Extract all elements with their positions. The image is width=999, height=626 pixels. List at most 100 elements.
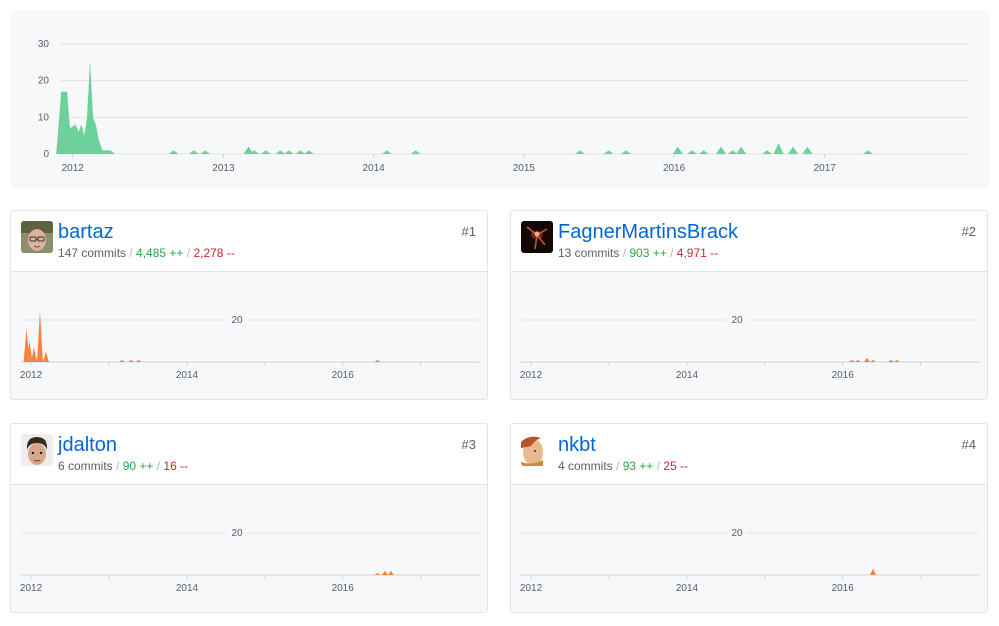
- contributor-username-link[interactable]: jdalton: [58, 433, 117, 457]
- contributor-chart-svg: 20 2012 2014 2016: [20, 528, 479, 594]
- y-tick-label: 20: [231, 315, 243, 326]
- deletions-count: 16 --: [163, 459, 189, 473]
- x-tick-label: 2015: [513, 163, 536, 174]
- commit-spike: [381, 150, 392, 154]
- contributor-stats: 147 commits / 4,485 ++ / 2,278 --: [58, 245, 235, 261]
- stats-separator: /: [670, 246, 677, 260]
- contributor-username-link[interactable]: FagnerMartinsBrack: [558, 220, 738, 244]
- commit-spike: [802, 146, 813, 154]
- commit-spike: [893, 359, 900, 362]
- contributor-chart-svg: 20 2012 2014 2016: [520, 315, 979, 381]
- commit-spike: [603, 150, 614, 154]
- contributor-card: bartaz 147 commits / 4,485 ++ / 2,278 --…: [10, 210, 488, 400]
- commit-spike: [869, 359, 876, 362]
- contributor-header: jdalton 6 commits / 90 ++ / 16 -- #3: [11, 424, 487, 485]
- avatar-man-glasses-icon[interactable]: [21, 221, 53, 253]
- contributor-stats: 13 commits / 903 ++ / 4,971 --: [558, 245, 718, 261]
- commit-spike: [869, 568, 876, 575]
- contributor-graph: 20 2012 2014 2016: [11, 272, 487, 399]
- commit-spike: [188, 150, 199, 154]
- x-tick-label: 2012: [20, 370, 43, 381]
- commit-spike: [849, 359, 856, 362]
- commit-spike: [135, 359, 142, 362]
- commit-area-early: [61, 62, 115, 155]
- x-tick-label: 2014: [676, 370, 699, 381]
- commit-spike: [736, 146, 747, 154]
- commit-spike: [887, 359, 894, 362]
- avatar-dark-figure-icon[interactable]: [521, 221, 553, 253]
- commit-spike: [387, 570, 394, 575]
- contributor-stats: 6 commits / 90 ++ / 16 --: [58, 458, 188, 474]
- commit-spike: [275, 150, 286, 154]
- commit-spike: [788, 146, 799, 154]
- commit-spike: [260, 150, 271, 154]
- commits-count[interactable]: 4 commits: [558, 459, 613, 473]
- avatar-man-curly-hair-icon[interactable]: [21, 434, 53, 466]
- contributor-rank: #1: [461, 224, 476, 239]
- y-tick-label: 0: [43, 149, 49, 160]
- commits-count[interactable]: 147 commits: [58, 246, 126, 260]
- x-tick-label: 2013: [212, 163, 235, 174]
- x-tick-label: 2012: [520, 370, 543, 381]
- commit-spike: [687, 150, 698, 154]
- x-tick-label: 2016: [332, 583, 355, 594]
- commit-spike: [574, 150, 585, 154]
- commit-spike: [374, 359, 381, 362]
- deletions-count: 25 --: [663, 459, 689, 473]
- commit-spike: [762, 150, 773, 154]
- avatar-man-red-hair-icon[interactable]: [521, 434, 553, 466]
- x-tick-label: 2016: [832, 583, 855, 594]
- x-tick-label: 2014: [362, 163, 385, 174]
- deletions-count: 2,278 --: [193, 246, 235, 260]
- x-tick-label: 2017: [814, 163, 837, 174]
- x-tick-label: 2016: [663, 163, 686, 174]
- contributor-rank: #3: [461, 437, 476, 452]
- x-tick-label: 2014: [176, 370, 199, 381]
- additions-count: 903 ++: [629, 246, 667, 260]
- contributor-chart-svg: 20 2012 2014 2016: [520, 528, 979, 594]
- contributor-rank: #2: [961, 224, 976, 239]
- commit-spike: [715, 146, 726, 154]
- contributor-username-link[interactable]: bartaz: [58, 220, 114, 244]
- commits-chart-svg: 0 10 20 30 2012 2013 2014 2015 2016 2017: [38, 39, 970, 174]
- commits-count[interactable]: 13 commits: [558, 246, 619, 260]
- deletions-count: 4,971 --: [676, 246, 719, 260]
- additions-count: 4,485 ++: [136, 246, 184, 260]
- stats-separator: /: [616, 459, 623, 473]
- y-tick-label: 30: [38, 39, 50, 50]
- commit-spike: [381, 570, 388, 575]
- commit-spike: [283, 150, 294, 154]
- commit-spike: [119, 359, 126, 362]
- commits-count[interactable]: 6 commits: [58, 459, 113, 473]
- contributor-graph: 20 2012 2014 2016: [511, 485, 987, 612]
- contributor-username-link[interactable]: nkbt: [558, 433, 596, 457]
- contributor-header: FagnerMartinsBrack 13 commits / 903 ++ /…: [511, 211, 987, 272]
- x-tick-label: 2014: [676, 583, 699, 594]
- y-tick-label: 20: [231, 528, 243, 539]
- commit-spike: [374, 572, 381, 575]
- y-tick-label: 10: [38, 112, 50, 123]
- contributor-chart-svg: 20 2012 2014 2016: [20, 311, 479, 381]
- commit-spike: [36, 311, 43, 362]
- commits-graph: 0 10 20 30 2012 2013 2014 2015 2016 2017: [10, 10, 990, 189]
- commit-spike: [200, 150, 211, 154]
- x-tick-label: 2012: [20, 583, 43, 594]
- commit-spike: [698, 150, 709, 154]
- x-tick-label: 2014: [176, 583, 199, 594]
- commit-spike: [862, 150, 873, 154]
- x-tick-label: 2016: [332, 370, 355, 381]
- commit-spike: [855, 359, 862, 362]
- contributor-card: jdalton 6 commits / 90 ++ / 16 -- #3 20 2…: [10, 423, 488, 613]
- contributor-graph: 20 2012 2014 2016: [511, 272, 987, 399]
- commit-spike: [773, 143, 784, 154]
- stats-separator: /: [116, 459, 123, 473]
- commit-spike: [410, 150, 421, 154]
- contributor-card: FagnerMartinsBrack 13 commits / 903 ++ /…: [510, 210, 988, 400]
- contributor-header: bartaz 147 commits / 4,485 ++ / 2,278 --…: [11, 211, 487, 272]
- contributor-rank: #4: [961, 437, 976, 452]
- commit-spike: [128, 359, 135, 362]
- contributor-header: nkbt 4 commits / 93 ++ / 25 -- #4: [511, 424, 987, 485]
- commit-spike: [864, 357, 871, 362]
- y-tick-label: 20: [731, 315, 743, 326]
- commit-spike: [304, 150, 315, 154]
